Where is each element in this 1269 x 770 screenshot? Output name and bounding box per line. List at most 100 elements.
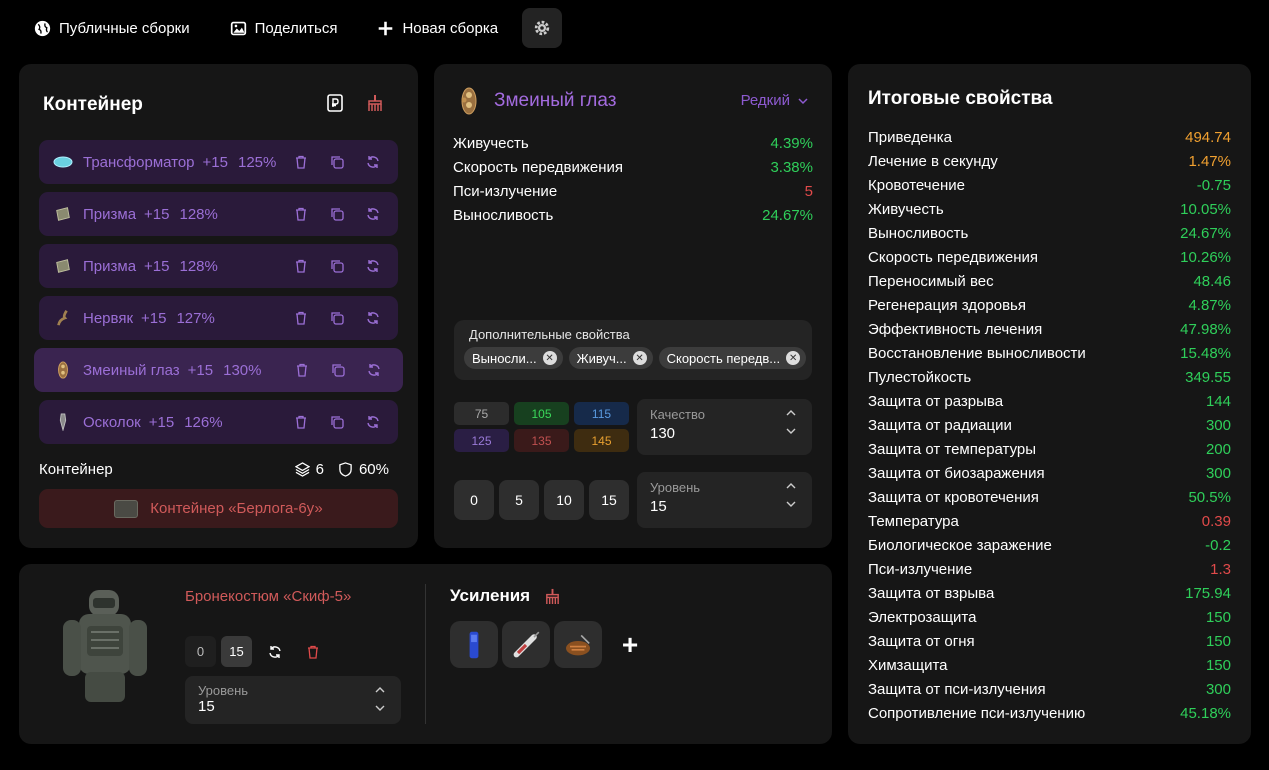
refresh-icon[interactable] [367,363,381,377]
chevron-up-icon[interactable] [786,482,796,490]
totals-title: Итоговые свойства [868,88,1053,109]
public-builds-button[interactable]: Публичные сборки [34,20,190,37]
total-value: 300 [1205,417,1231,434]
artifact-quality: 125% [237,153,277,171]
container-select-label: Контейнер «Берлога-6у» [150,500,323,517]
snake-eye-artifact-icon [461,87,477,115]
property-chip[interactable]: Выносли... ✕ [464,347,563,369]
level-preset-button[interactable]: 10 [544,480,584,520]
copy-icon[interactable] [330,259,344,273]
total-value: 48.46 [1193,273,1231,290]
layers-icon [294,462,310,477]
armor-level-current-button[interactable]: 15 [221,636,252,667]
container-panel: Контейнер Трансформатор +15 125% Призма … [19,64,418,548]
total-label: Защита от температуры [868,441,1037,458]
boost-slot[interactable] [502,621,550,668]
total-label: Регенерация здоровья [868,297,1026,314]
quality-preset-button[interactable]: 145 [574,429,629,452]
quality-preset-button[interactable]: 105 [514,402,569,425]
total-row: Биологическое заражение -0.2 [868,534,1231,558]
total-row: Защита от биозаражения 300 [868,462,1231,486]
trash-icon[interactable] [294,415,308,429]
artifact-row[interactable]: Призма +15 128% [39,244,398,288]
chevron-up-icon[interactable] [786,409,796,417]
chevron-down-icon[interactable] [375,704,385,712]
ruble-doc-icon[interactable] [326,94,344,112]
artifact-row-selected[interactable]: Змеиный глаз +15 130% [34,348,403,392]
chevron-up-icon[interactable] [375,686,385,694]
close-icon[interactable]: ✕ [542,351,557,365]
quality-label: Качество [650,407,705,422]
close-icon[interactable]: ✕ [632,351,647,365]
total-row: Приведенка 494.74 [868,126,1231,150]
settings-button[interactable] [522,8,563,48]
level-preset-button[interactable]: 0 [454,480,494,520]
artifact-row[interactable]: Нервяк +15 127% [39,296,398,340]
trash-icon[interactable] [294,259,308,273]
armor-panel: Бронекостюм «Скиф-5» 0 15 Уровень 15 Уси… [19,564,832,744]
plus-icon [379,21,393,35]
refresh-icon [268,645,281,658]
prism-artifact-icon [53,256,73,276]
armor-name[interactable]: Бронекостюм «Скиф-5» [185,588,351,605]
boost-slot[interactable] [554,621,602,668]
broom-icon[interactable] [366,94,384,112]
trash-icon[interactable] [294,155,308,169]
stat-value: 5 [804,183,813,200]
artifact-row[interactable]: Призма +15 128% [39,192,398,236]
property-chip[interactable]: Живуч... ✕ [568,347,653,369]
level-stepper[interactable]: Уровень 15 [637,472,812,528]
armor-refresh-button[interactable] [259,636,290,667]
quality-preset-button[interactable]: 75 [454,402,509,425]
artifact-row[interactable]: Трансформатор +15 125% [39,140,398,184]
quality-preset-button[interactable]: 135 [514,429,569,452]
total-row: Защита от кровотечения 50.5% [868,486,1231,510]
trash-icon[interactable] [294,207,308,221]
refresh-icon[interactable] [366,415,380,429]
total-row: Защита от радиации 300 [868,414,1231,438]
level-preset-button[interactable]: 15 [589,480,629,520]
total-label: Скорость передвижения [868,249,1039,266]
new-build-label: Новая сборка [402,19,499,37]
artifact-header: Змеиный глаз [456,86,616,116]
total-row: Кровотечение -0.75 [868,174,1231,198]
copy-icon[interactable] [330,415,344,429]
chevron-down-icon[interactable] [786,427,796,435]
copy-icon[interactable] [330,155,344,169]
refresh-icon[interactable] [366,207,380,221]
total-value: 300 [1205,681,1231,698]
copy-icon[interactable] [331,363,345,377]
share-button[interactable]: Поделиться [230,20,337,37]
property-chip[interactable]: Скорость передв... ✕ [658,347,807,369]
stat-label: Скорость передвижения [453,159,624,176]
chevron-down-icon[interactable] [786,500,796,508]
artifact-row[interactable]: Осколок +15 126% [39,400,398,444]
total-label: Защита от взрыва [868,585,995,602]
refresh-icon[interactable] [366,259,380,273]
trash-icon[interactable] [295,363,309,377]
extra-properties-title: Дополнительные свойства [469,327,630,342]
quality-stepper[interactable]: Качество 130 [637,399,812,455]
broom-icon[interactable] [544,588,561,605]
copy-icon[interactable] [330,207,344,221]
boost-slot[interactable] [450,621,498,668]
stat-label: Живучесть [453,135,529,152]
level-preset-button[interactable]: 5 [499,480,539,520]
copy-icon[interactable] [330,311,344,325]
quality-preset-button[interactable]: 125 [454,429,509,452]
armor-level-min-button[interactable]: 0 [185,636,216,667]
trash-icon[interactable] [294,311,308,325]
close-icon[interactable]: ✕ [786,351,801,365]
stat-value: 3.38% [770,159,813,176]
quality-preset-button[interactable]: 115 [574,402,629,425]
refresh-icon[interactable] [366,155,380,169]
new-build-button[interactable]: Новая сборка [377,20,498,37]
container-select-button[interactable]: Контейнер «Берлога-6у» [39,489,398,528]
rarity-dropdown[interactable]: Редкий [741,92,808,109]
globe-icon [34,20,51,36]
total-label: Пси-излучение [868,561,973,578]
add-boost-button[interactable]: + [606,621,654,668]
refresh-icon[interactable] [366,311,380,325]
armor-delete-button[interactable] [297,636,328,667]
armor-level-stepper[interactable]: Уровень 15 [185,676,401,724]
